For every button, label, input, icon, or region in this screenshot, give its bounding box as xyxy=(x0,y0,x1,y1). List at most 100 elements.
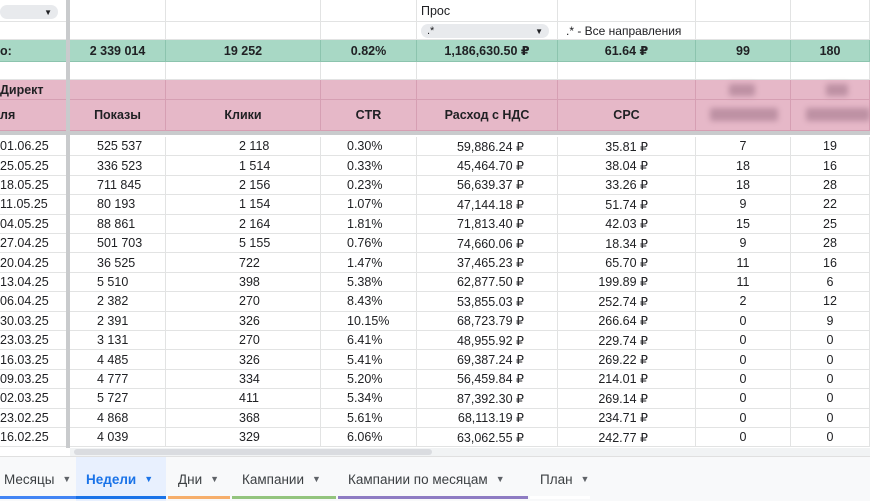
table-cell[interactable]: 334 xyxy=(166,369,321,390)
chevron-down-icon[interactable]: ▼ xyxy=(62,474,71,484)
table-cell[interactable]: 0 xyxy=(791,428,870,448)
table-cell[interactable]: 711 845 xyxy=(70,175,166,196)
table-cell[interactable]: 0 xyxy=(696,408,791,428)
table-cell[interactable]: 411 xyxy=(166,389,321,409)
column-header[interactable]: CTR xyxy=(321,100,417,131)
table-cell[interactable]: 0 xyxy=(791,408,870,428)
table-cell[interactable]: 2 156 xyxy=(166,175,321,196)
table-cell[interactable]: 69,387.24 ₽ xyxy=(417,350,558,370)
table-cell[interactable]: 269.22 ₽ xyxy=(558,350,696,370)
totals-cell[interactable]: 180 xyxy=(791,40,870,62)
table-cell[interactable]: 13.04.25 xyxy=(0,272,70,293)
table-cell[interactable]: 35.81 ₽ xyxy=(558,137,696,157)
table-cell[interactable]: 56,459.84 ₽ xyxy=(417,369,558,390)
table-cell[interactable]: 368 xyxy=(166,408,321,428)
table-cell[interactable]: 68,113.19 ₽ xyxy=(417,408,558,428)
totals-cell[interactable]: 61.64 ₽ xyxy=(558,40,696,62)
totals-cell[interactable]: 1,186,630.50 ₽ xyxy=(417,40,558,62)
table-cell[interactable]: 0 xyxy=(696,350,791,370)
table-cell[interactable]: 19 xyxy=(791,137,870,157)
sheet-tab[interactable]: Недели ▼ xyxy=(76,457,166,501)
table-cell[interactable]: 2 xyxy=(696,292,791,312)
table-cell[interactable]: 18.05.25 xyxy=(0,175,70,196)
table-cell[interactable]: 199.89 ₽ xyxy=(558,272,696,293)
table-cell[interactable]: 229.74 ₽ xyxy=(558,331,696,351)
table-cell[interactable]: 336 523 xyxy=(70,156,166,176)
table-cell[interactable]: 2 382 xyxy=(70,292,166,312)
table-cell[interactable]: 5.34% xyxy=(321,389,417,409)
table-cell[interactable]: 65.70 ₽ xyxy=(558,253,696,273)
table-cell[interactable]: 0.30% xyxy=(321,137,417,157)
table-cell[interactable]: 5 727 xyxy=(70,389,166,409)
table-cell[interactable]: 16 xyxy=(791,253,870,273)
table-cell[interactable]: 06.04.25 xyxy=(0,292,70,312)
sheet-tab[interactable]: План ▼ xyxy=(530,457,590,501)
table-cell[interactable]: 0 xyxy=(791,331,870,351)
table-cell[interactable]: 23.02.25 xyxy=(0,408,70,428)
table-cell[interactable]: 9 xyxy=(791,311,870,331)
frozen-row-divider[interactable] xyxy=(0,131,870,135)
section-title[interactable]: Директ xyxy=(0,80,70,100)
totals-label[interactable]: о: xyxy=(0,40,70,62)
table-cell[interactable]: 329 xyxy=(166,428,321,448)
chevron-down-icon[interactable]: ▼ xyxy=(496,474,505,484)
table-cell[interactable]: 02.03.25 xyxy=(0,389,70,409)
table-cell[interactable]: 0 xyxy=(696,311,791,331)
table-cell[interactable]: 270 xyxy=(166,331,321,351)
table-cell[interactable]: 4 039 xyxy=(70,428,166,448)
table-cell[interactable]: 38.04 ₽ xyxy=(558,156,696,176)
table-cell[interactable]: 5.41% xyxy=(321,350,417,370)
table-cell[interactable]: 398 xyxy=(166,272,321,293)
table-cell[interactable]: 42.03 ₽ xyxy=(558,214,696,234)
table-cell[interactable]: 4 485 xyxy=(70,350,166,370)
table-cell[interactable]: 8.43% xyxy=(321,292,417,312)
sheet-tab[interactable]: Кампании ▼ xyxy=(232,457,336,501)
table-cell[interactable]: 16 xyxy=(791,156,870,176)
table-cell[interactable]: 326 xyxy=(166,311,321,331)
table-cell[interactable]: 501 703 xyxy=(70,234,166,254)
sheet-tab[interactable]: Дни ▼ xyxy=(168,457,230,501)
horizontal-scrollbar[interactable] xyxy=(70,448,870,456)
totals-cell[interactable]: 0.82% xyxy=(321,40,417,62)
table-cell[interactable]: 4 777 xyxy=(70,369,166,390)
table-cell[interactable]: 1 154 xyxy=(166,195,321,215)
spreadsheet-grid[interactable]: Прос ▼ .* - Все направления .* ▼ о: 2 33… xyxy=(0,0,870,448)
table-cell[interactable]: 62,877.50 ₽ xyxy=(417,272,558,293)
table-cell[interactable]: 0 xyxy=(696,428,791,448)
table-cell[interactable]: 59,886.24 ₽ xyxy=(417,137,558,157)
table-cell[interactable]: 0 xyxy=(791,369,870,390)
table-cell[interactable]: 0 xyxy=(696,331,791,351)
chevron-down-icon[interactable]: ▼ xyxy=(144,474,153,484)
table-cell[interactable]: 1.81% xyxy=(321,214,417,234)
table-cell[interactable]: 2 164 xyxy=(166,214,321,234)
table-cell[interactable]: 0.23% xyxy=(321,175,417,196)
table-cell[interactable]: 68,723.79 ₽ xyxy=(417,311,558,331)
table-cell[interactable]: 27.04.25 xyxy=(0,234,70,254)
chevron-down-icon[interactable]: ▼ xyxy=(312,474,321,484)
left-filter-dropdown[interactable]: ▼ xyxy=(0,5,58,19)
chevron-down-icon[interactable]: ▼ xyxy=(581,474,590,484)
table-cell[interactable]: 20.04.25 xyxy=(0,253,70,273)
table-cell[interactable]: 23.03.25 xyxy=(0,331,70,351)
table-cell[interactable]: 4 868 xyxy=(70,408,166,428)
table-cell[interactable]: 11.05.25 xyxy=(0,195,70,215)
table-cell[interactable]: 0.76% xyxy=(321,234,417,254)
table-cell[interactable]: 28 xyxy=(791,234,870,254)
table-cell[interactable]: 18 xyxy=(696,175,791,196)
table-cell[interactable]: 7 xyxy=(696,137,791,157)
totals-cell[interactable]: 19 252 xyxy=(166,40,321,62)
table-cell[interactable]: 30.03.25 xyxy=(0,311,70,331)
column-header[interactable]: ля xyxy=(0,100,70,131)
table-cell[interactable]: 266.64 ₽ xyxy=(558,311,696,331)
chevron-down-icon[interactable]: ▼ xyxy=(210,474,219,484)
table-cell[interactable]: 1 514 xyxy=(166,156,321,176)
table-cell[interactable]: 0.33% xyxy=(321,156,417,176)
table-cell[interactable]: 6 xyxy=(791,272,870,293)
table-cell[interactable]: 0 xyxy=(696,389,791,409)
table-cell[interactable]: 88 861 xyxy=(70,214,166,234)
table-cell[interactable]: 71,813.40 ₽ xyxy=(417,214,558,234)
table-cell[interactable]: 18 xyxy=(696,156,791,176)
table-cell[interactable]: 28 xyxy=(791,175,870,196)
table-cell[interactable]: 722 xyxy=(166,253,321,273)
table-cell[interactable]: 45,464.70 ₽ xyxy=(417,156,558,176)
